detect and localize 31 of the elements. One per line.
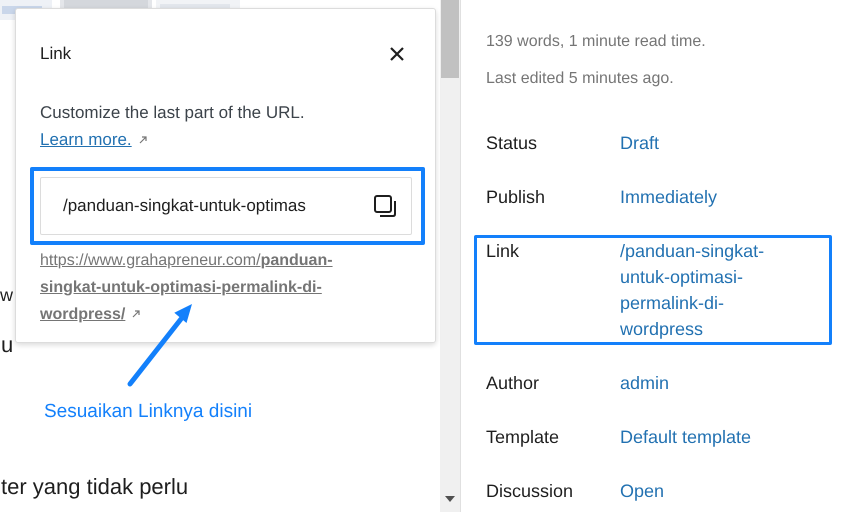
field-value-link[interactable]: Draft [620,130,800,156]
editor-text: w [0,284,13,307]
annotation-label: Sesuaikan Linknya disini [44,400,252,424]
field-value-link[interactable]: Open [620,478,800,504]
field-value-link[interactable]: /panduan-singkat-untuk-optimasi-permalink-di-wordpress [620,238,800,342]
field-label: Template [486,426,560,449]
word-count: 139 words, 1 minute read time. [486,32,707,52]
field-label: Author [486,372,540,395]
field-value-link[interactable]: admin [620,370,800,396]
editor-text: u [1,331,14,359]
copy-icon[interactable] [373,194,397,218]
slug-value: /panduan-singkat-untuk-optimas [63,194,307,217]
close-icon[interactable] [389,46,405,62]
scroll-down-icon[interactable] [445,496,455,502]
field-value-link[interactable]: Default template [620,424,800,450]
external-link-icon [138,135,148,146]
popover-title: Link [40,43,72,65]
field-value-link[interactable]: Immediately [620,184,800,210]
field-label: Publish [486,186,546,209]
popover-description: Customize the last part of the URL. Learn more. [40,102,306,150]
field-label: Status [486,132,538,155]
learn-more-link[interactable]: Learn more. [40,130,132,148]
scrollbar[interactable] [440,0,460,512]
field-label: Discussion [486,480,574,503]
field-label: Link [486,240,520,263]
last-edited: Last edited 5 minutes ago. [486,69,675,89]
full-url-link[interactable]: https://www.grahapreneur.com/panduan-singkat-untuk-optimasi-permalink-di-wordpress/ [40,246,385,328]
editor-text: ter yang tidak perlu [1,473,188,501]
external-link-icon [131,309,142,320]
scrollbar-thumb[interactable] [441,0,459,78]
slug-field[interactable]: /panduan-singkat-untuk-optimas [40,176,412,234]
